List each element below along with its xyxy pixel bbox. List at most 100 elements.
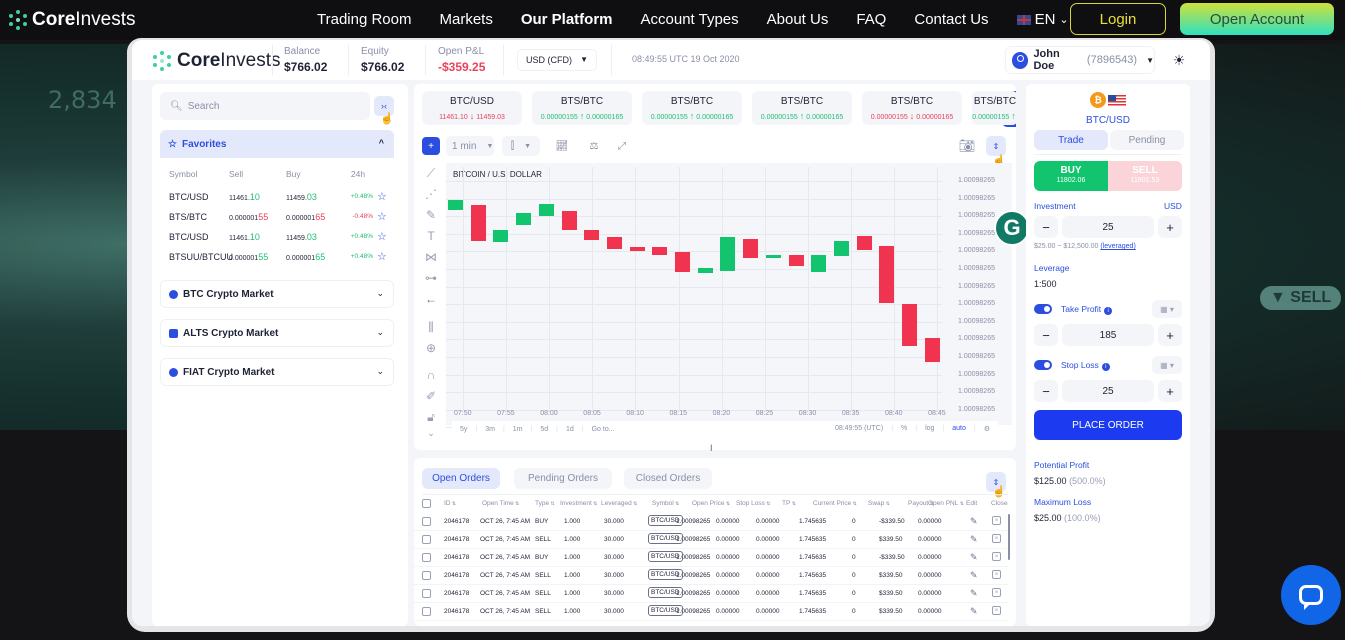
close-order-icon[interactable]: × [992,588,1001,597]
close-order-icon[interactable]: × [992,552,1001,561]
tab-pending[interactable]: Pending [1110,130,1184,150]
user-menu[interactable]: John Doe (7896543) ▼ [1006,47,1154,73]
take-profit-input[interactable]: 185 [1062,324,1154,346]
column-header[interactable]: Investment ⇅ [560,500,597,507]
ticker-card[interactable]: BTS/BTC 0.00000155 ↑ 0.00000165 [752,91,852,125]
star-icon[interactable]: ☆ [377,230,387,243]
row-checkbox[interactable] [422,535,431,544]
favorites-header[interactable]: ☆ Favorites ^ [160,130,394,158]
favorite-row[interactable]: BTC/USD 11461.10 11459.03 +0.48% ☆ [169,230,389,243]
nav-account-types[interactable]: Account Types [641,11,739,28]
magnet-icon[interactable]: ∩ [420,368,442,382]
pattern-tool-icon[interactable]: ⋈ [420,250,442,264]
column-header[interactable]: Close [991,500,1008,507]
edit-pencil-icon[interactable]: ✎ [970,552,978,563]
investment-input[interactable]: 25 [1062,216,1154,238]
live-chat-button[interactable] [1281,565,1341,625]
favorite-row[interactable]: BTS/BTC 0.00000155 0.00000165 -0.48% ☆ [169,210,389,223]
chevron-down-icon[interactable]: ⌄ [420,428,442,439]
camera-icon[interactable]: 📷︎ [958,138,976,154]
stop-loss-decrement-button[interactable]: − [1034,380,1058,402]
chart-canvas[interactable] [446,163,1012,425]
nav-markets[interactable]: Markets [439,11,492,28]
fib-tool-icon[interactable]: ⋰ [420,187,442,201]
column-header[interactable]: Open Time ⇅ [482,500,519,507]
stop-loss-mode-select[interactable]: ▦ ▾ [1152,356,1182,374]
column-header[interactable]: Swap ⇅ [868,500,890,507]
close-order-icon[interactable]: × [992,570,1001,579]
open-account-button[interactable]: Open Account [1180,3,1334,35]
compare-scale-icon[interactable]: ⚖ [586,138,602,154]
range-button[interactable]: 1m [513,426,523,433]
tab-closed-orders[interactable]: Closed Orders [624,468,712,489]
range-button[interactable]: 3m [485,426,495,433]
text-tool-icon[interactable]: T [420,229,442,243]
nav-trading-room[interactable]: Trading Room [317,11,411,28]
column-header[interactable]: Edit [966,500,977,507]
investment-decrement-button[interactable]: − [1034,216,1058,238]
ticker-card[interactable]: BTS/BTC 0.00000155 ↑ 0.00000165 [532,91,632,125]
scale-option-percent[interactable]: % [901,425,907,433]
take-profit-increment-button[interactable]: + [1158,324,1182,346]
trend-line-tool-icon[interactable]: ⟋ [420,166,442,181]
star-icon[interactable]: ☆ [377,250,387,263]
brush-tool-icon[interactable]: ✎ [420,208,442,222]
language-selector[interactable]: EN ⌄ [1016,11,1069,28]
ticker-card[interactable]: BTS/BTC 0.00000155 ↑ 0.00000165 [642,91,742,125]
stop-loss-toggle[interactable] [1034,360,1052,370]
info-icon[interactable]: i [1104,307,1113,315]
row-checkbox[interactable] [422,589,431,598]
tab-pending-orders[interactable]: Pending Orders [514,468,612,489]
leveraged-link[interactable]: (leveraged) [1100,243,1135,250]
nav-our-platform[interactable]: Our Platform [521,11,613,28]
column-header[interactable]: TP ⇅ [782,500,796,507]
close-order-icon[interactable]: × [992,606,1001,615]
row-checkbox[interactable] [422,607,431,616]
fullscreen-icon[interactable]: ⤢ [614,138,630,154]
range-button[interactable]: 1d [566,426,574,433]
order-row[interactable]: 2046178 OCT 26, 7:45 AM BUY 1.000 30.000 1.00… [414,513,1008,531]
order-row[interactable]: 2046178 OCT 26, 7:45 AM SELL 1.000 30.000 1.0… [414,567,1008,585]
investment-increment-button[interactable]: + [1158,216,1182,238]
theme-toggle-sun-icon[interactable]: ☀ [1166,47,1192,73]
site-logo[interactable]: CoreInvests [8,9,136,31]
range-button[interactable]: 5d [540,426,548,433]
nav-contact-us[interactable]: Contact Us [914,11,988,28]
order-row[interactable]: 2046178 OCT 26, 7:45 AM SELL 1.000 30.000 1.0… [414,603,1008,621]
row-checkbox[interactable] [422,571,431,580]
interval-select[interactable]: 1 min ▼ [446,136,494,156]
lock-drawings-icon[interactable]: ✐ [420,389,442,403]
column-header[interactable]: Type ⇅ [535,500,555,507]
scale-option-auto[interactable]: auto [952,425,966,433]
tab-open-orders[interactable]: Open Orders [422,468,500,489]
measure-tool-icon[interactable]: ⊶ [420,271,442,285]
btc-crypto-market[interactable]: BTC Crypto Market ⌄ [160,280,394,308]
edit-pencil-icon[interactable]: ✎ [970,534,978,545]
unlock-icon[interactable]: 🔓︎ [420,410,442,425]
take-profit-toggle[interactable] [1034,304,1052,314]
tab-trade[interactable]: Trade [1034,130,1108,150]
alts-crypto-market[interactable]: ALTS Crypto Market ⌄ [160,319,394,347]
edit-pencil-icon[interactable]: ✎ [970,570,978,581]
ticker-card[interactable]: BTC/USD 11461.10 ↓ 11459.03 [422,91,522,125]
stop-loss-input[interactable]: 25 [1062,380,1154,402]
ticker-card[interactable]: BTS/BTC 0.00000155 ↓ 0.00000165 [862,91,962,125]
edit-pencil-icon[interactable]: ✎ [970,606,978,617]
close-order-icon[interactable]: × [992,516,1001,525]
stop-loss-increment-button[interactable]: + [1158,380,1182,402]
expand-collapse-button[interactable]: ⇕ [986,136,1006,156]
column-header[interactable]: Open PNL ⇅ [928,500,964,507]
row-checkbox[interactable] [422,517,431,526]
edit-pencil-icon[interactable]: ✎ [970,588,978,599]
favorite-row[interactable]: BTC/USD 11461.10 11459.03 +0.48% ☆ [169,190,389,203]
column-header[interactable]: ID ⇅ [444,500,456,507]
select-all-checkbox[interactable] [422,499,431,508]
close-order-icon[interactable]: × [992,534,1001,543]
info-icon[interactable]: i [1101,363,1110,371]
fiat-crypto-market[interactable]: FIAT Crypto Market ⌄ [160,358,394,386]
chart-settings-icon[interactable]: ⚙ [984,425,990,433]
currency-select[interactable]: USD (CFD) ▼ [518,50,596,70]
place-order-button[interactable]: PLACE ORDER [1034,410,1182,440]
column-header[interactable]: Open Price ⇅ [692,500,730,507]
crosshair-tool-icon[interactable]: + [422,137,440,155]
